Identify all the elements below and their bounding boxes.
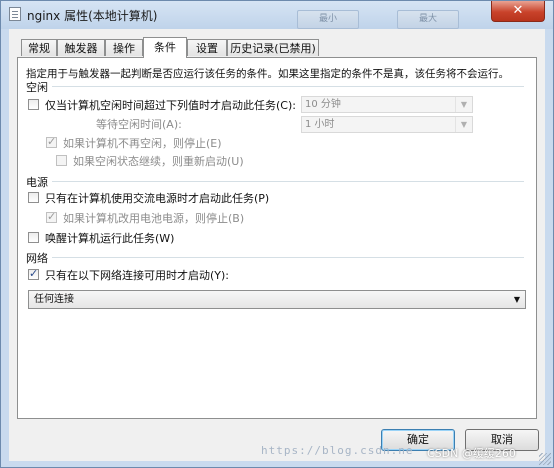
minimize-button[interactable]: 最小 — [297, 10, 359, 29]
tab-conditions-label: 条件 — [154, 41, 176, 54]
stop-on-battery-checkbox[interactable] — [46, 210, 57, 223]
tab-triggers[interactable]: 触发器 — [57, 39, 105, 56]
wait-duration-select[interactable]: 1 小时 ▼ — [301, 116, 473, 133]
network-section-divider — [52, 257, 524, 258]
ac-power-label: 只有在计算机使用交流电源时才启动此任务(P) — [45, 192, 270, 205]
conditions-description: 指定用于与触发器一起判断是否应运行该任务的条件。如果这里指定的条件不是真，该任务… — [26, 68, 509, 80]
restart-if-idle-checkbox[interactable] — [56, 155, 67, 166]
tab-strip: 常规 触发器 操作 条件 设置 历史记录(已禁用) — [17, 37, 537, 58]
minimize-label: 最小 — [318, 14, 337, 24]
maximize-button[interactable]: 最大 — [397, 10, 459, 29]
tab-settings-label: 设置 — [196, 42, 218, 55]
tab-general[interactable]: 常规 — [21, 39, 57, 56]
tab-actions-label: 操作 — [113, 42, 135, 55]
dialog-client: 常规 触发器 操作 条件 设置 历史记录(已禁用) 指定用于与触发器一起判断是否… — [9, 29, 545, 461]
start-if-idle-label: 仅当计算机空闲时间超过下列值时才启动此任务(C): — [45, 99, 296, 112]
close-icon: ✕ — [512, 3, 524, 18]
power-section-label: 电源 — [26, 176, 48, 189]
chevron-down-icon: ▼ — [455, 97, 472, 112]
tab-triggers-label: 触发器 — [64, 42, 98, 55]
tab-history-label: 历史记录(已禁用) — [230, 42, 316, 55]
tab-conditions[interactable]: 条件 — [143, 37, 187, 58]
stop-if-not-idle-label: 如果计算机不再空闲，则停止(E) — [63, 137, 222, 150]
wait-duration-value: 1 小时 — [305, 119, 335, 130]
network-connection-value: 任何连接 — [34, 294, 74, 305]
tab-actions[interactable]: 操作 — [105, 39, 143, 56]
chevron-down-icon: ▼ — [455, 117, 472, 132]
tab-general-label: 常规 — [28, 42, 50, 55]
network-available-checkbox[interactable] — [28, 267, 39, 280]
idle-section-divider — [52, 86, 524, 87]
network-connection-select[interactable]: 任何连接 ▼ — [28, 290, 526, 309]
stop-if-not-idle-checkbox[interactable] — [46, 135, 57, 148]
idle-section-label: 空闲 — [26, 81, 48, 94]
window-title: nginx 属性(本地计算机) — [27, 9, 158, 23]
wake-computer-checkbox[interactable] — [28, 232, 39, 243]
url-watermark: https://blog.csdn.ne — [261, 444, 414, 457]
conditions-panel: 指定用于与触发器一起判断是否应运行该任务的条件。如果这里指定的条件不是真，该任务… — [17, 57, 537, 419]
wake-computer-label: 唤醒计算机运行此任务(W) — [45, 232, 175, 245]
ac-power-checkbox[interactable] — [28, 192, 39, 203]
chevron-down-icon: ▼ — [513, 295, 521, 304]
tab-settings[interactable]: 设置 — [187, 39, 227, 56]
idle-duration-value: 10 分钟 — [305, 99, 341, 110]
power-section-divider — [52, 181, 524, 182]
start-if-idle-checkbox[interactable] — [28, 99, 39, 110]
tab-history[interactable]: 历史记录(已禁用) — [227, 39, 319, 56]
task-document-icon — [9, 7, 21, 21]
csdn-credit: CSDN @缓缓260 — [427, 447, 516, 460]
stop-on-battery-label: 如果计算机改用电池电源，则停止(B) — [63, 212, 245, 225]
close-button[interactable]: ✕ — [491, 1, 545, 22]
resize-grip[interactable] — [539, 453, 551, 465]
restart-if-idle-label: 如果空闲状态继续，则重新启动(U) — [73, 155, 244, 168]
network-section-label: 网络 — [26, 252, 48, 265]
idle-duration-select[interactable]: 10 分钟 ▼ — [301, 96, 473, 113]
title-bar[interactable]: nginx 属性(本地计算机) 最小 最大 ✕ — [1, 1, 553, 29]
maximize-label: 最大 — [418, 14, 437, 24]
network-available-label: 只有在以下网络连接可用时才启动(Y): — [45, 269, 230, 282]
wait-idle-label: 等待空闲时间(A): — [96, 118, 182, 131]
properties-window: nginx 属性(本地计算机) 最小 最大 ✕ 常规 触发器 操作 条件 设置 … — [0, 0, 554, 468]
